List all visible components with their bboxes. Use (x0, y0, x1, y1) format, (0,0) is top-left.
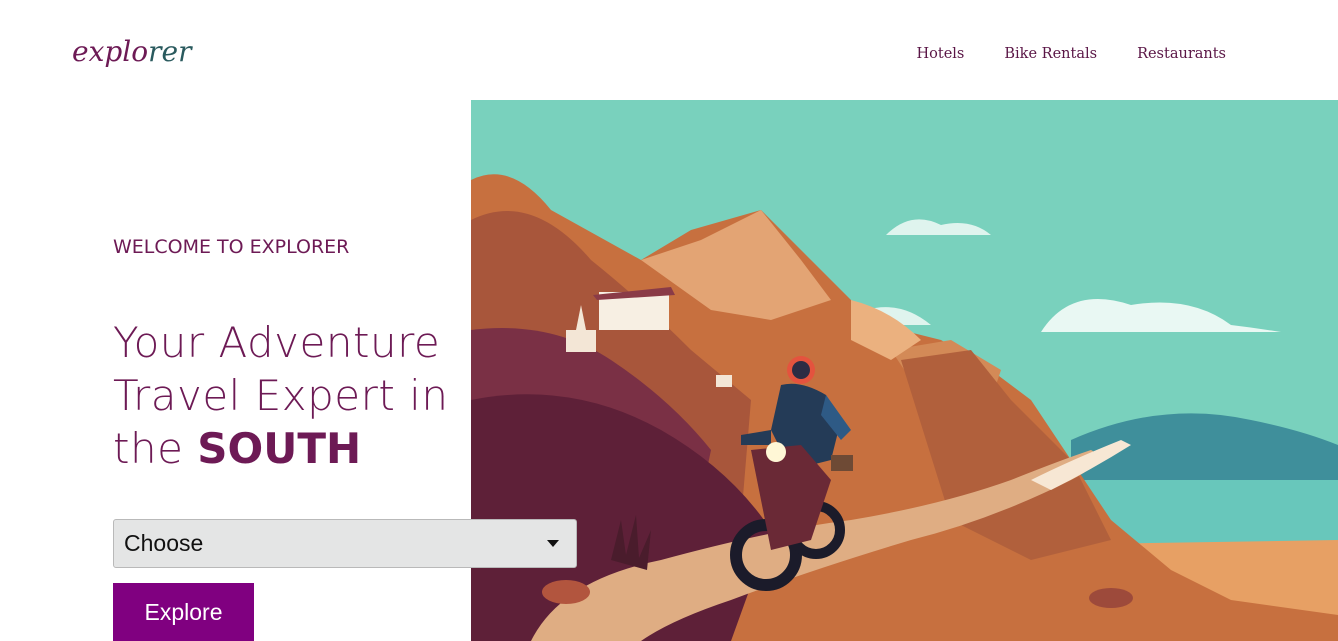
hero-illustration (471, 100, 1338, 641)
nav-link-bike-rentals[interactable]: Bike Rentals (1004, 46, 1097, 62)
chevron-down-icon (547, 540, 559, 547)
logo-part-1: explo (72, 35, 149, 68)
logo-part-2: rer (148, 35, 192, 68)
destination-select[interactable]: Choose (113, 519, 577, 568)
headline-accent: SOUTH (197, 424, 362, 473)
hero-headline: Your Adventure Travel Expert in the SOUT… (113, 316, 453, 475)
site-logo[interactable]: explorer (72, 34, 191, 70)
welcome-kicker: WELCOME TO EXPLORER (113, 236, 350, 258)
select-value: Choose (124, 530, 204, 556)
explore-button[interactable]: Explore (113, 583, 254, 641)
main-nav: Hotels Bike Rentals Restaurants (917, 46, 1226, 62)
nav-link-hotels[interactable]: Hotels (917, 46, 965, 62)
nav-link-restaurants[interactable]: Restaurants (1137, 46, 1226, 62)
